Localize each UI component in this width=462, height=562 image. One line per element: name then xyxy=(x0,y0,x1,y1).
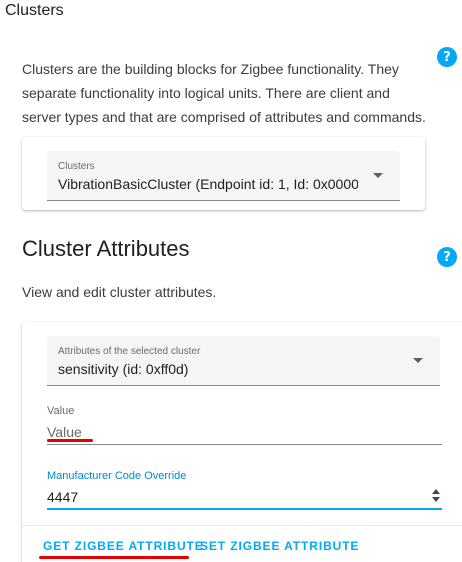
spinner-up-icon[interactable] xyxy=(432,489,440,494)
clusters-select[interactable]: Clusters VibrationBasicCluster (Endpoint… xyxy=(47,151,400,201)
clusters-card: Clusters VibrationBasicCluster (Endpoint… xyxy=(22,137,425,210)
value-field: Value xyxy=(47,405,442,445)
attributes-select-value: sensitivity (id: 0xff0d) xyxy=(58,361,189,377)
manufacturer-code-field: Manufacturer Code Override xyxy=(47,470,442,510)
set-zigbee-attribute-button[interactable]: SET ZIGBEE ATTRIBUTE xyxy=(200,535,359,557)
number-spinner[interactable] xyxy=(432,488,440,504)
get-zigbee-attribute-button[interactable]: GET ZIGBEE ATTRIBUTE xyxy=(43,535,204,557)
cluster-attributes-card: Attributes of the selected cluster sensi… xyxy=(22,322,462,562)
value-input[interactable] xyxy=(47,422,417,442)
cluster-attributes-description: View and edit cluster attributes. xyxy=(22,284,217,300)
card-actions-divider xyxy=(22,525,462,526)
value-field-label: Value xyxy=(47,405,75,417)
manufacturer-code-label: Manufacturer Code Override xyxy=(47,470,187,482)
red-annotation-underline xyxy=(39,556,189,559)
attributes-select[interactable]: Attributes of the selected cluster sensi… xyxy=(47,336,440,386)
dropdown-arrow-icon xyxy=(373,173,383,178)
spinner-down-icon[interactable] xyxy=(432,497,440,502)
red-annotation-underline xyxy=(47,439,93,442)
cluster-attributes-help-icon[interactable]: ? xyxy=(437,247,457,267)
dropdown-arrow-icon xyxy=(413,358,423,363)
clusters-title: Clusters xyxy=(5,2,64,19)
attributes-select-label: Attributes of the selected cluster xyxy=(58,346,201,357)
clusters-select-label: Clusters xyxy=(58,161,95,172)
clusters-help-icon[interactable]: ? xyxy=(437,47,457,67)
clusters-description: Clusters are the building blocks for Zig… xyxy=(22,61,426,125)
manufacturer-code-input[interactable] xyxy=(47,487,417,507)
cluster-attributes-title: Cluster Attributes xyxy=(22,236,190,261)
clusters-select-value: VibrationBasicCluster (Endpoint id: 1, I… xyxy=(58,176,358,192)
